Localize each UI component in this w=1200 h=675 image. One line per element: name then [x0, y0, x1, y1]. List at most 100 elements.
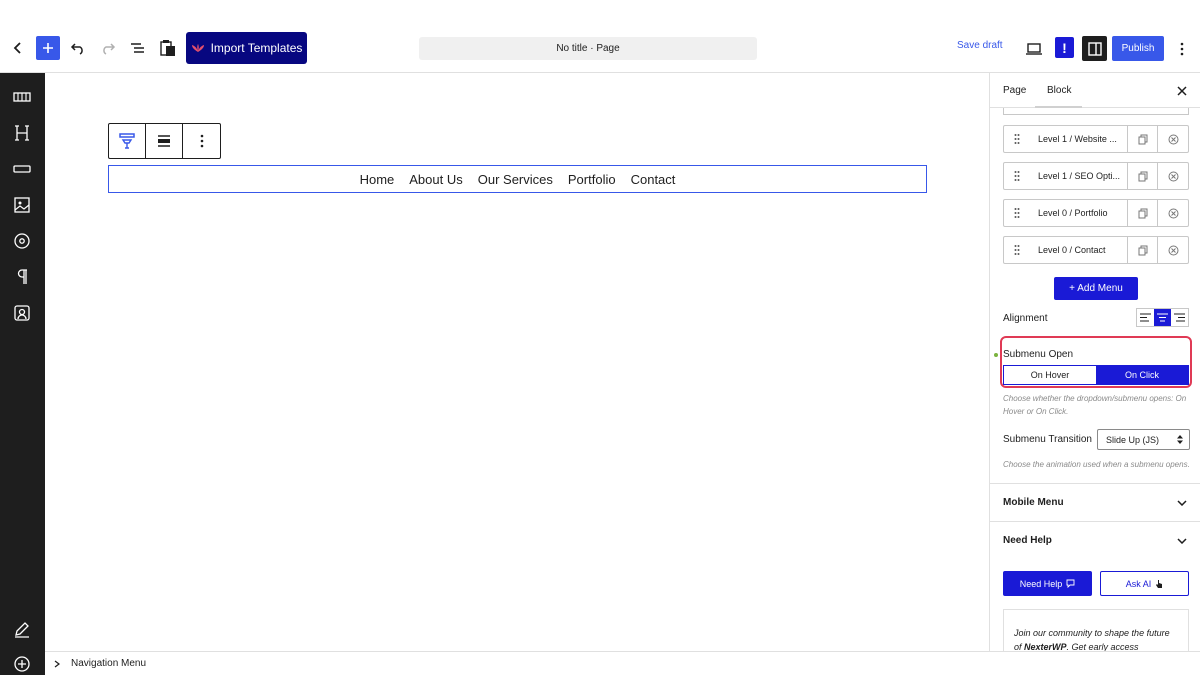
nexter-alert-button[interactable]: !	[1055, 37, 1074, 58]
rail-image-button[interactable]	[11, 194, 33, 216]
alignment-label: Alignment	[1003, 313, 1048, 324]
clipboard-icon	[160, 40, 175, 56]
duplicate-icon[interactable]	[1128, 163, 1158, 189]
close-panel-button[interactable]	[1173, 82, 1191, 100]
block-type-button[interactable]	[109, 124, 146, 158]
on-hover-option[interactable]: On Hover	[1004, 366, 1096, 384]
duplicate-icon[interactable]	[1128, 200, 1158, 226]
rail-add-button[interactable]	[11, 653, 33, 675]
rail-profile-button[interactable]	[11, 302, 33, 324]
drag-handle-icon[interactable]	[1004, 244, 1030, 256]
publish-button[interactable]: Publish	[1112, 36, 1164, 61]
redo-icon	[103, 43, 116, 55]
tab-block[interactable]: Block	[1047, 85, 1071, 96]
preview-button[interactable]	[1022, 37, 1046, 61]
drag-handle-icon[interactable]	[1004, 133, 1030, 145]
align-left-button[interactable]	[1137, 309, 1154, 326]
pencil-icon	[15, 622, 29, 638]
nav-item-portfolio[interactable]: Portfolio	[568, 172, 616, 187]
plus-icon	[43, 43, 53, 53]
submenu-transition-select[interactable]: Slide Up (JS)	[1097, 429, 1190, 450]
submenu-open-help: Choose whether the dropdown/submenu open…	[1003, 394, 1187, 416]
remove-icon[interactable]	[1158, 237, 1188, 263]
document-overview-button[interactable]	[126, 36, 150, 60]
rail-edit-button[interactable]	[11, 618, 33, 640]
save-draft-button[interactable]: Save draft	[957, 40, 1003, 51]
menu-item-row[interactable]: Level 0 / Contact	[1003, 236, 1189, 264]
block-options-button[interactable]	[183, 124, 220, 158]
undo-button[interactable]	[66, 36, 90, 60]
tab-page[interactable]: Page	[1003, 85, 1026, 96]
add-menu-button[interactable]: + Add Menu	[1054, 277, 1138, 300]
chevron-down-icon	[1177, 499, 1187, 506]
chevron-left-icon	[13, 42, 21, 54]
menu-item-row[interactable]: Level 0 / Portfolio	[1003, 199, 1189, 227]
lotus-icon	[191, 44, 204, 52]
duplicate-icon[interactable]	[1128, 237, 1158, 263]
back-button[interactable]	[6, 36, 30, 60]
menu-item-label[interactable]: Level 0 / Portfolio	[1030, 200, 1128, 226]
rail-columns-button[interactable]	[11, 86, 33, 108]
nav-item-contact[interactable]: Contact	[631, 172, 676, 187]
menu-item-stub	[1003, 108, 1189, 115]
nav-item-about[interactable]: About Us	[409, 172, 462, 187]
submenu-open-toggle: On Hover On Click	[1003, 365, 1189, 385]
menu-item-label[interactable]: Level 0 / Contact	[1030, 237, 1128, 263]
rail-button-block-button[interactable]	[11, 158, 33, 180]
editor-top-bar: Import Templates No title · Page Save dr…	[0, 0, 1200, 73]
navigation-menu-block[interactable]: Home About Us Our Services Portfolio Con…	[108, 165, 927, 193]
menu-item-label[interactable]: Level 1 / Website ...	[1030, 126, 1128, 152]
drag-handle-icon[interactable]	[1004, 170, 1030, 182]
document-title: No title · Page	[556, 43, 620, 54]
justify-button[interactable]	[146, 124, 183, 158]
mobile-menu-section[interactable]: Mobile Menu	[990, 483, 1200, 521]
nav-item-home[interactable]: Home	[360, 172, 395, 187]
breadcrumb-navigation-menu[interactable]: Navigation Menu	[71, 658, 146, 669]
rail-circle-button[interactable]	[11, 230, 33, 252]
options-menu-button[interactable]	[1170, 37, 1194, 61]
ask-ai-button[interactable]: Ask AI	[1100, 571, 1189, 596]
paragraph-icon	[17, 269, 27, 284]
settings-sidebar-toggle[interactable]	[1082, 36, 1107, 61]
remove-icon[interactable]	[1158, 163, 1188, 189]
need-help-label: Need Help	[1019, 578, 1063, 589]
community-card: Join our community to shape the future o…	[1003, 609, 1189, 651]
community-text-post: . Get early access	[1066, 642, 1139, 651]
heading-icon	[15, 125, 29, 141]
circle-plus-icon	[14, 656, 30, 672]
submenu-transition-label: Submenu Transition	[1003, 434, 1092, 445]
menu-item-label[interactable]: Level 1 / SEO Opti...	[1030, 163, 1128, 189]
drag-handle-icon[interactable]	[1004, 207, 1030, 219]
menu-item-row[interactable]: Level 1 / Website ...	[1003, 125, 1189, 153]
undo-icon	[70, 43, 83, 55]
block-breadcrumb-bar: Navigation Menu	[45, 651, 1200, 675]
exclamation-icon: !	[1062, 39, 1067, 56]
document-title-bar[interactable]: No title · Page	[419, 37, 757, 60]
align-right-button[interactable]	[1171, 309, 1188, 326]
clipboard-button[interactable]	[156, 36, 180, 60]
ask-ai-label: Ask AI	[1125, 578, 1152, 589]
rail-paragraph-button[interactable]	[11, 266, 33, 288]
redo-button[interactable]	[96, 36, 120, 60]
mobile-menu-title: Mobile Menu	[1003, 497, 1064, 508]
duplicate-icon[interactable]	[1128, 126, 1158, 152]
need-help-section[interactable]: Need Help	[990, 521, 1200, 559]
block-inserter-rail	[0, 73, 45, 675]
publish-label: Publish	[1121, 43, 1155, 54]
remove-icon[interactable]	[1158, 126, 1188, 152]
need-help-title: Need Help	[1003, 535, 1052, 546]
remove-icon[interactable]	[1158, 200, 1188, 226]
on-click-option[interactable]: On Click	[1096, 366, 1188, 384]
need-help-button[interactable]: Need Help	[1003, 571, 1092, 596]
submenu-open-label: Submenu Open	[1003, 349, 1074, 360]
nav-item-services[interactable]: Our Services	[478, 172, 553, 187]
align-center-button[interactable]	[1154, 309, 1171, 326]
add-block-button[interactable]	[36, 36, 60, 60]
more-vertical-icon	[200, 134, 203, 148]
rail-heading-button[interactable]	[11, 122, 33, 144]
menu-item-row[interactable]: Level 1 / SEO Opti...	[1003, 162, 1189, 190]
justify-center-icon	[158, 135, 170, 147]
import-templates-button[interactable]: Import Templates	[186, 32, 307, 64]
target-icon	[14, 233, 30, 249]
block-toolbar	[108, 123, 221, 159]
